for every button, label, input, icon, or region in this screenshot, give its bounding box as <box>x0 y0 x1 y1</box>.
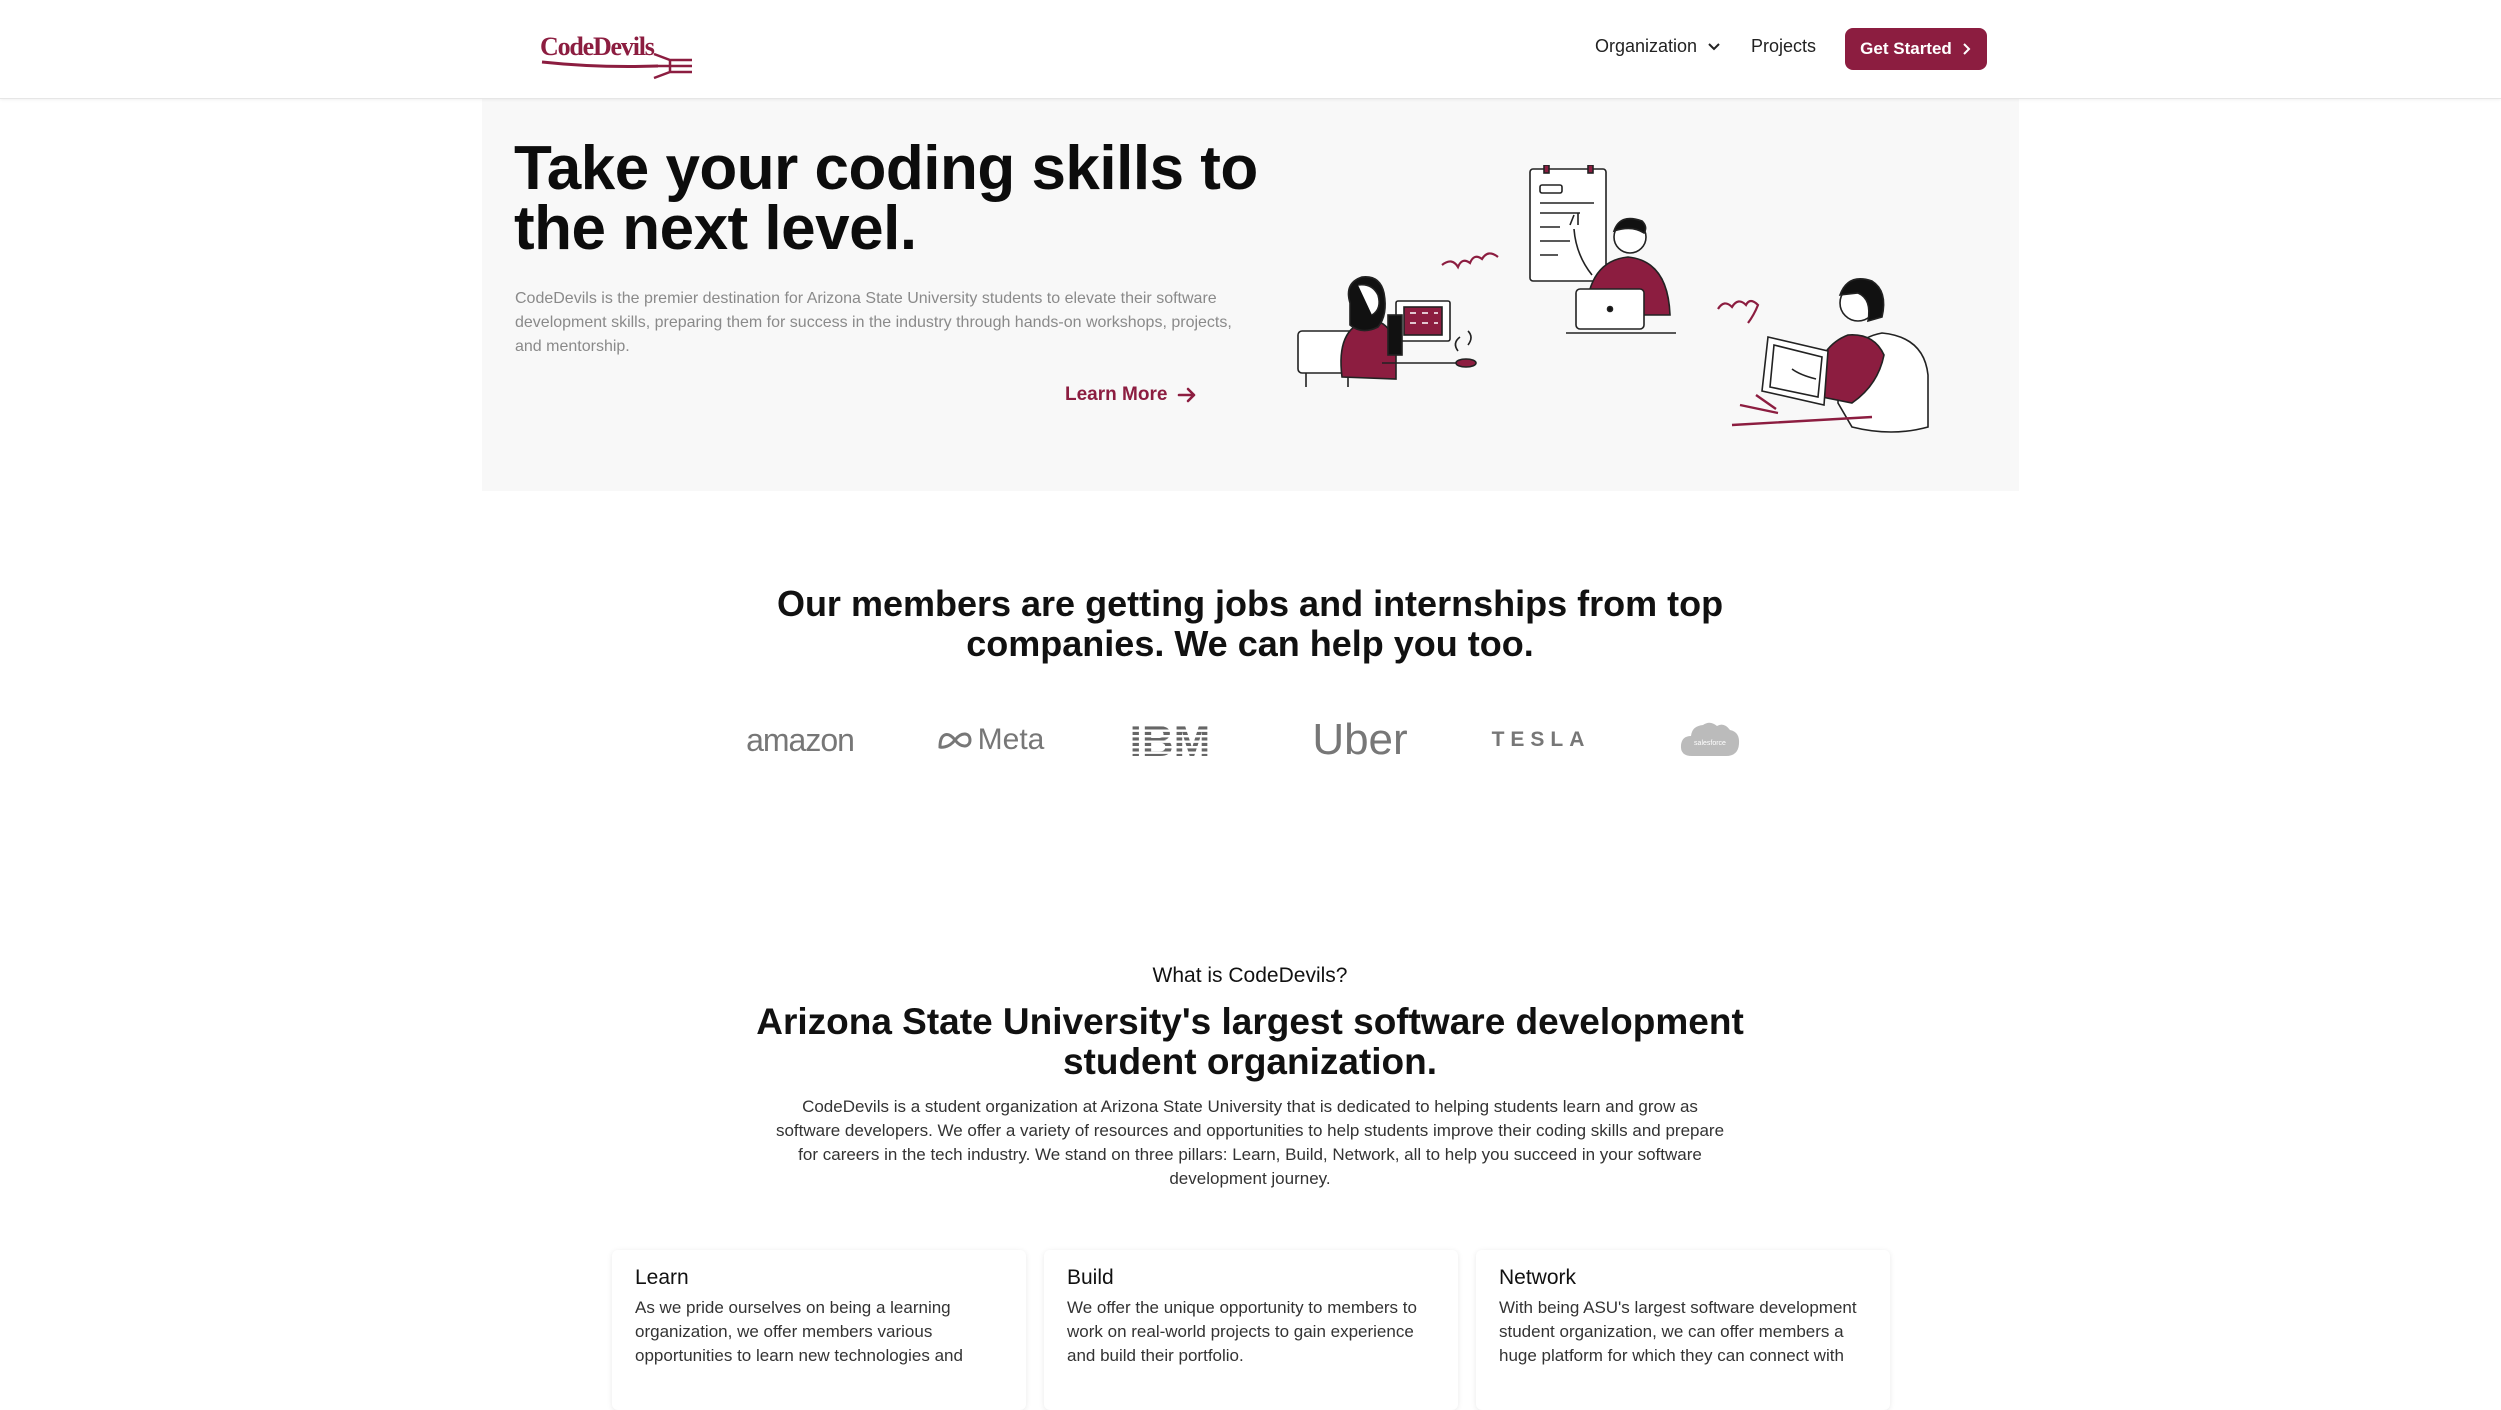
trident-icon <box>541 52 692 80</box>
hero-description: CodeDevils is the premier destination fo… <box>515 290 1232 355</box>
codedevils-logo[interactable]: CodeDevils <box>538 28 693 80</box>
arrow-right-icon <box>1178 387 1196 403</box>
pillar-title: Learn <box>635 1266 689 1289</box>
company-logos: amazon Meta IBM Uber TESLA salesforce <box>740 715 1780 765</box>
pillar-text: As we pride ourselves on being a learnin… <box>635 1298 963 1365</box>
hero-illustration <box>1297 165 1929 433</box>
salesforce-logo: salesforce <box>1670 715 1750 765</box>
pillar-card-learn: Learn As we pride ourselves on being a l… <box>612 1250 1026 1410</box>
organization-label: Organization <box>1595 36 1698 56</box>
ibm-striped-logo: IBM <box>1120 718 1220 762</box>
get-started-button[interactable]: Get Started <box>1845 28 1987 70</box>
chevron-down-icon <box>1708 42 1720 50</box>
amazon-logo: amazon <box>746 721 855 758</box>
about-description: CodeDevils is a student organization at … <box>775 1097 1725 1188</box>
learn-more-label: Learn More <box>1065 384 1168 405</box>
get-started-label: Get Started <box>1860 39 1952 58</box>
pillar-title: Network <box>1499 1266 1577 1289</box>
about-heading: Arizona State University's largest softw… <box>756 1001 1744 1082</box>
learn-more-link[interactable]: Learn More <box>1065 384 1197 406</box>
tesla-logo: TESLA <box>1491 728 1591 751</box>
pillar-title: Build <box>1067 1266 1114 1289</box>
pillar-card-network: Network With being ASU's largest softwar… <box>1476 1250 1890 1410</box>
uber-logo: Uber <box>1312 715 1408 764</box>
about-kicker: What is CodeDevils? <box>1152 964 1348 987</box>
hero-section: Take your coding skills to the next leve… <box>482 99 2019 491</box>
chevron-right-icon <box>1963 43 1971 55</box>
projects-link[interactable]: Projects <box>1751 36 1816 57</box>
hero-title: Take your coding skills to the next leve… <box>514 134 1258 263</box>
ibm-logo: IBM <box>1120 715 1220 765</box>
pillar-card-build: Build We offer the unique opportunity to… <box>1044 1250 1458 1410</box>
top-navbar: CodeDevils Organization Projects Get Sta… <box>0 0 2501 99</box>
salesforce-cloud-icon: salesforce <box>1680 722 1740 756</box>
companies-heading: Our members are getting jobs and interns… <box>776 583 1724 664</box>
meta-logo: Meta <box>930 715 1050 765</box>
svg-text:salesforce: salesforce <box>1694 740 1726 747</box>
organization-dropdown[interactable]: Organization <box>1595 36 1721 57</box>
pillar-text: We offer the unique opportunity to membe… <box>1067 1298 1417 1365</box>
meta-infinity-icon <box>938 732 972 749</box>
pillar-text: With being ASU's largest software develo… <box>1499 1298 1857 1365</box>
